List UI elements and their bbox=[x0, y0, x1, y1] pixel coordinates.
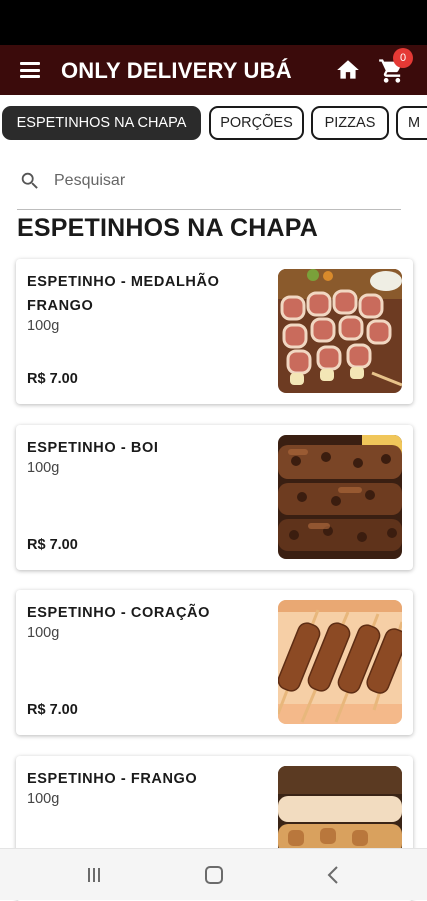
product-name: ESPETINHO - FRANGO bbox=[27, 771, 198, 787]
product-image bbox=[278, 600, 402, 724]
cart-count-badge: 0 bbox=[393, 48, 413, 68]
tab-porcoes[interactable]: PORÇÕES bbox=[209, 106, 304, 140]
app-bar: ONLY DELIVERY UBÁ bbox=[0, 45, 427, 95]
app-title: ONLY DELIVERY UBÁ bbox=[61, 58, 292, 83]
hamburger-icon[interactable] bbox=[20, 62, 40, 78]
search-icon bbox=[21, 172, 38, 189]
product-image bbox=[278, 435, 402, 559]
product-image bbox=[278, 269, 402, 393]
product-price: R$ 7.00 bbox=[27, 371, 78, 387]
product-price: R$ 7.00 bbox=[27, 537, 78, 553]
search-bar bbox=[17, 160, 401, 210]
product-card[interactable]: ESPETINHO - CORAÇÃO 100g R$ 7.00 bbox=[16, 590, 413, 735]
product-description: 100g bbox=[27, 625, 60, 641]
product-card[interactable]: ESPETINHO - BOI 100g R$ 7.00 bbox=[16, 425, 413, 570]
product-description: 100g bbox=[27, 791, 60, 807]
tab-partial[interactable]: M bbox=[396, 106, 427, 140]
status-bar bbox=[0, 0, 427, 45]
recents-icon[interactable] bbox=[86, 867, 102, 883]
product-price: R$ 7.00 bbox=[27, 702, 78, 718]
home-icon[interactable] bbox=[335, 57, 361, 83]
product-card[interactable]: ESPETINHO - MEDALHÃO FRANGO 100g R$ 7.00 bbox=[16, 259, 413, 404]
product-name: ESPETINHO - CORAÇÃO bbox=[27, 605, 210, 621]
product-description: 100g bbox=[27, 318, 60, 334]
product-description: 100g bbox=[27, 460, 60, 476]
tab-pizzas[interactable]: PIZZAS bbox=[311, 106, 389, 140]
tab-espetinhos-na-chapa[interactable]: ESPETINHOS NA CHAPA bbox=[2, 106, 201, 140]
home-circle-icon[interactable] bbox=[205, 866, 223, 884]
back-icon[interactable] bbox=[326, 866, 340, 884]
system-navigation-bar bbox=[0, 848, 427, 900]
product-name: ESPETINHO - MEDALHÃO FRANGO bbox=[27, 274, 220, 314]
product-name: ESPETINHO - BOI bbox=[27, 440, 159, 456]
search-input[interactable] bbox=[54, 169, 374, 193]
category-tabs: ESPETINHOS NA CHAPA PORÇÕES PIZZAS M bbox=[0, 106, 427, 144]
section-title: ESPETINHOS NA CHAPA bbox=[17, 214, 319, 242]
